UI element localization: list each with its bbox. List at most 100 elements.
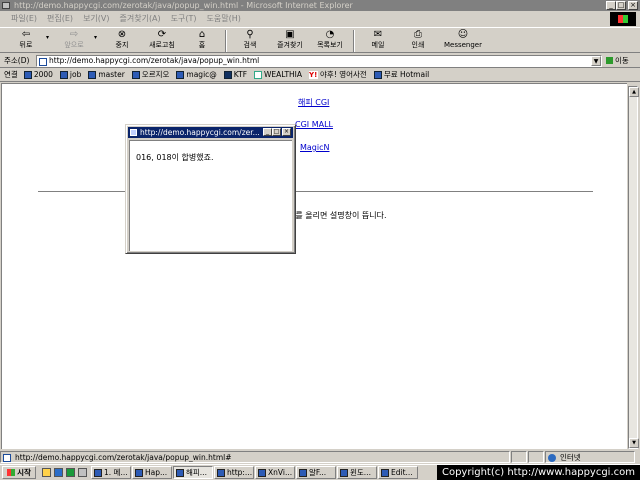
taskbar-item[interactable]: http:... bbox=[214, 466, 254, 479]
menu-tools[interactable]: 도구(T) bbox=[166, 13, 202, 24]
minimize-button[interactable]: _ bbox=[606, 1, 616, 10]
ie-page-icon bbox=[23, 70, 32, 79]
vertical-scrollbar[interactable]: ▲ ▼ bbox=[628, 86, 639, 449]
messenger-icon: ☺ bbox=[457, 29, 469, 40]
app-launch-icon[interactable] bbox=[78, 468, 87, 477]
link-ktf[interactable]: KTF bbox=[223, 70, 247, 79]
taskbar-item[interactable]: 알F... bbox=[296, 466, 336, 479]
outlook-icon[interactable] bbox=[66, 468, 75, 477]
quick-launch bbox=[42, 468, 87, 477]
home-button[interactable]: ⌂ 홈 bbox=[182, 28, 222, 53]
forward-dropdown-icon[interactable]: ▾ bbox=[94, 28, 102, 41]
window-controls: _ □ × bbox=[606, 1, 638, 10]
windows-flag-icon bbox=[7, 469, 16, 476]
page-content bbox=[1, 83, 627, 449]
search-icon: ⚲ bbox=[246, 29, 254, 40]
taskbar-item-active[interactable]: 해피... bbox=[173, 466, 213, 479]
link-magic[interactable]: magic@ bbox=[176, 70, 217, 79]
link-2000[interactable]: 2000 bbox=[23, 70, 53, 79]
scroll-up-icon[interactable]: ▲ bbox=[629, 87, 639, 97]
folder-icon bbox=[94, 468, 102, 477]
ie-icon bbox=[176, 468, 184, 477]
popup-window-controls: _ □ × bbox=[263, 128, 291, 136]
favorites-button[interactable]: ▣ 즐겨찾기 bbox=[270, 28, 310, 53]
forward-arrow-icon: ⇨ bbox=[69, 29, 79, 40]
menu-favorites[interactable]: 즐겨찾기(A) bbox=[115, 13, 166, 24]
favorites-icon: ▣ bbox=[285, 29, 295, 40]
status-bar: http://demo.happycgi.com/zerotak/java/po… bbox=[0, 450, 640, 463]
link-magicn[interactable]: MagicN bbox=[300, 143, 330, 152]
address-label: 주소(D) bbox=[4, 56, 30, 65]
taskbar-item[interactable]: Edit... bbox=[378, 466, 418, 479]
address-input[interactable]: http://demo.happycgi.com/zerotak/java/po… bbox=[36, 54, 602, 67]
go-button[interactable]: 이동 bbox=[606, 55, 629, 66]
status-pane bbox=[511, 450, 527, 463]
popup-close-button[interactable]: × bbox=[282, 128, 291, 136]
start-button[interactable]: 시작 bbox=[2, 466, 36, 479]
refresh-button[interactable]: ⟳ 새로고침 bbox=[142, 28, 182, 53]
ie-icon bbox=[217, 468, 225, 477]
taskbar-item[interactable]: Hap... bbox=[132, 466, 172, 479]
mail-button[interactable]: ✉ 메일 bbox=[358, 28, 398, 53]
status-pane bbox=[528, 450, 544, 463]
windows-logo-icon bbox=[610, 12, 636, 26]
messenger-button[interactable]: ☺ Messenger bbox=[438, 28, 488, 53]
popup-title-bar[interactable]: http://demo.happycgi.com/zer... _ □ × bbox=[128, 127, 293, 138]
menu-file[interactable]: 파일(E) bbox=[6, 13, 42, 24]
back-dropdown-icon[interactable]: ▾ bbox=[46, 28, 54, 41]
horizontal-rule bbox=[38, 191, 593, 193]
popup-minimize-button[interactable]: _ bbox=[263, 128, 272, 136]
toolbar-separator bbox=[225, 30, 227, 52]
window-title-bar[interactable]: http://demo.happycgi.com/zerotak/java/po… bbox=[0, 0, 640, 11]
ie-page-icon bbox=[131, 70, 140, 79]
home-icon: ⌂ bbox=[198, 29, 206, 40]
popup-maximize-button[interactable]: □ bbox=[272, 128, 281, 136]
scroll-down-icon[interactable]: ▼ bbox=[629, 438, 639, 448]
ie-page-icon bbox=[59, 70, 68, 79]
menu-edit[interactable]: 편집(E) bbox=[42, 13, 78, 24]
taskbar-item[interactable]: XnVi... bbox=[255, 466, 295, 479]
menu-help[interactable]: 도움말(H) bbox=[202, 13, 246, 24]
stop-icon: ⊗ bbox=[117, 29, 127, 40]
address-bar: 주소(D) http://demo.happycgi.com/zerotak/j… bbox=[0, 54, 640, 68]
forward-button[interactable]: ⇨ 앞으로 bbox=[54, 28, 94, 53]
taskbar-item[interactable]: 윈도... bbox=[337, 466, 377, 479]
link-master[interactable]: master bbox=[88, 70, 125, 79]
ie-launch-icon[interactable] bbox=[54, 468, 63, 477]
security-zone: 인터넷 bbox=[545, 450, 635, 463]
maximize-button[interactable]: □ bbox=[616, 1, 626, 10]
links-bar: 연결 2000 job master 오르지오 magic@ KTF WEALT… bbox=[0, 68, 640, 82]
address-dropdown-icon[interactable]: ▼ bbox=[591, 55, 601, 66]
link-yahoo-dictionary[interactable]: Y! 야후! 영어사전 bbox=[309, 69, 367, 80]
link-cgimall[interactable]: CGI MALL bbox=[295, 120, 333, 129]
ie-icon bbox=[135, 468, 143, 477]
link-hotmail[interactable]: 무료 Hotmail bbox=[373, 69, 429, 80]
close-button[interactable]: × bbox=[628, 1, 638, 10]
editplus-icon bbox=[381, 468, 389, 477]
popup-window[interactable]: http://demo.happycgi.com/zer... _ □ × 01… bbox=[125, 124, 296, 254]
back-button[interactable]: ⇦ 뒤로 bbox=[6, 28, 46, 53]
copyright-banner: Copyright(c) http://www.happycgi.com bbox=[437, 465, 640, 480]
search-button[interactable]: ⚲ 검색 bbox=[230, 28, 270, 53]
link-orgio[interactable]: 오르지오 bbox=[131, 69, 169, 80]
link-job[interactable]: job bbox=[59, 70, 81, 79]
menu-bar: 파일(E) 편집(E) 보기(V) 즐겨찾기(A) 도구(T) 도움말(H) bbox=[0, 11, 640, 26]
popup-title: http://demo.happycgi.com/zer... bbox=[140, 128, 260, 137]
refresh-icon: ⟳ bbox=[157, 29, 167, 40]
history-icon: ◔ bbox=[325, 29, 335, 40]
menu-view[interactable]: 보기(V) bbox=[78, 13, 114, 24]
link-happycgi[interactable]: 해피 CGI bbox=[298, 97, 329, 108]
back-arrow-icon: ⇦ bbox=[21, 29, 31, 40]
ie-icon bbox=[2, 2, 10, 9]
taskbar-item[interactable]: 1. 메... bbox=[91, 466, 131, 479]
stop-button[interactable]: ⊗ 중지 bbox=[102, 28, 142, 53]
xnview-icon bbox=[258, 468, 266, 477]
print-button[interactable]: ⎙ 인쇄 bbox=[398, 28, 438, 53]
window-title: http://demo.happycgi.com/zerotak/java/po… bbox=[14, 1, 353, 10]
popup-body: 016, 018이 합병했죠. bbox=[129, 140, 292, 251]
ktf-icon bbox=[223, 70, 232, 79]
go-arrow-icon bbox=[606, 57, 613, 64]
history-button[interactable]: ◔ 목록보기 bbox=[310, 28, 350, 53]
desktop-icon[interactable] bbox=[42, 468, 51, 477]
link-wealthia[interactable]: WEALTHIA bbox=[254, 70, 302, 79]
